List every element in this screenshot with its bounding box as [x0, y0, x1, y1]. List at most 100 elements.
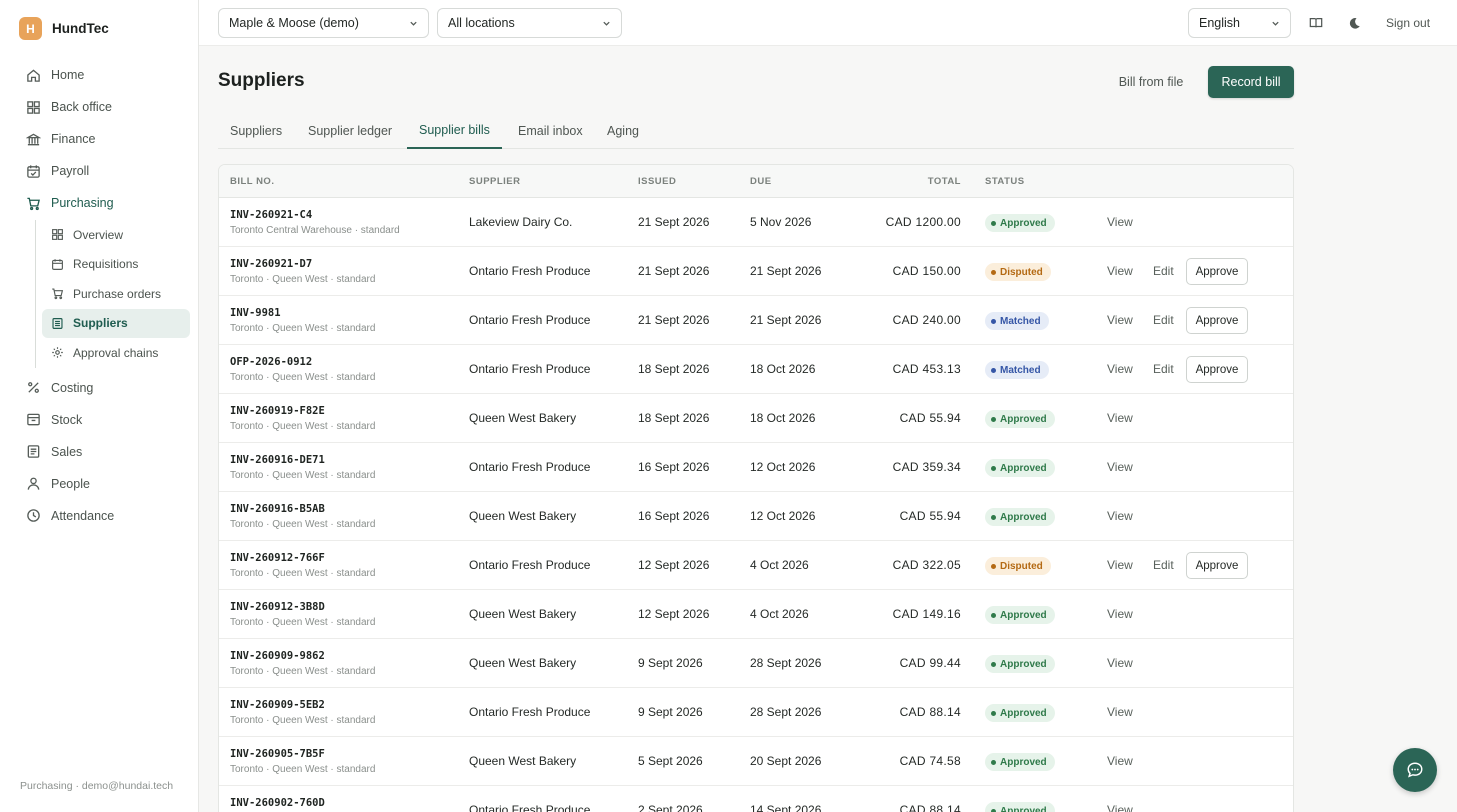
sign-out-button[interactable]: Sign out [1386, 16, 1430, 30]
view-button[interactable]: View [1107, 607, 1133, 621]
view-button[interactable]: View [1107, 705, 1133, 719]
sidebar-item-label: People [51, 476, 90, 491]
edit-button[interactable]: Edit [1153, 264, 1174, 278]
status-badge: Matched [985, 312, 1049, 330]
bill-number[interactable]: INV-260909-5EB2 [230, 699, 325, 711]
view-button[interactable]: View [1107, 264, 1133, 278]
edit-button[interactable]: Edit [1153, 313, 1174, 327]
table-row[interactable]: INV-260916-DE71 Toronto · Queen West · st… [219, 443, 1293, 492]
total-amount: CAD 88.14 [899, 705, 961, 719]
tab-email-inbox[interactable]: Email inbox [518, 112, 583, 149]
view-button[interactable]: View [1107, 656, 1133, 670]
approve-button[interactable]: Approve [1186, 258, 1248, 285]
header-due[interactable]: DUE [750, 176, 772, 187]
bill-number[interactable]: INV-260916-DE71 [230, 454, 325, 466]
subnav-item-purchase-orders[interactable]: Purchase orders [42, 279, 190, 309]
bill-number[interactable]: INV-260916-B5AB [230, 503, 325, 515]
subnav-item-requisitions[interactable]: Requisitions [42, 250, 190, 280]
sidebar-item-label: Home [51, 68, 85, 82]
chat-button[interactable] [1393, 748, 1437, 792]
bill-number[interactable]: INV-9981 [230, 307, 281, 319]
header-total[interactable]: TOTAL [928, 176, 961, 187]
org-select[interactable]: Maple & Moose (demo) [218, 8, 429, 38]
bill-number[interactable]: INV-260921-D7 [230, 258, 312, 270]
language-select[interactable]: English [1188, 8, 1291, 38]
supplier-name: Ontario Fresh Produce [469, 803, 591, 812]
approve-button[interactable]: Approve [1186, 552, 1248, 579]
sidebar-item-home[interactable]: Home [18, 59, 190, 91]
edit-button[interactable]: Edit [1153, 362, 1174, 376]
bill-number[interactable]: OFP-2026-0912 [230, 356, 312, 368]
sidebar-item-purchasing[interactable]: Purchasing [18, 187, 190, 219]
table-row[interactable]: INV-260921-C4 Toronto Central Warehouse ·… [219, 198, 1293, 247]
header-bill-no[interactable]: BILL NO. [230, 176, 274, 187]
sidebar-item-finance[interactable]: Finance [18, 123, 190, 155]
sidebar-item-label: Finance [51, 132, 96, 146]
percent-icon [28, 382, 39, 393]
total-amount: CAD 99.44 [899, 656, 961, 670]
location-select[interactable]: All locations [437, 8, 622, 38]
view-button[interactable]: View [1107, 754, 1133, 768]
bill-number[interactable]: INV-260905-7B5F [230, 748, 325, 760]
view-button[interactable]: View [1107, 313, 1133, 327]
tab-supplier-ledger[interactable]: Supplier ledger [308, 112, 392, 149]
bill-from-file-button[interactable]: Bill from file [1106, 66, 1196, 98]
approve-button[interactable]: Approve [1186, 307, 1248, 334]
bill-number[interactable]: INV-260902-760D [230, 797, 325, 809]
approve-button[interactable]: Approve [1186, 356, 1248, 383]
bill-number[interactable]: INV-260909-9862 [230, 650, 325, 662]
supplier-name: Queen West Bakery [469, 509, 577, 523]
theme-toggle-button[interactable] [1344, 13, 1364, 33]
tab-aging[interactable]: Aging [607, 112, 639, 149]
sidebar-item-back-office[interactable]: Back office [18, 91, 190, 123]
table-row[interactable]: OFP-2026-0912 Toronto · Queen West · stan… [219, 345, 1293, 394]
view-button[interactable]: View [1107, 558, 1133, 572]
header-status[interactable]: STATUS [985, 176, 1025, 187]
table-row[interactable]: INV-260909-9862 Toronto · Queen West · st… [219, 639, 1293, 688]
due-date: 4 Oct 2026 [750, 558, 809, 572]
table-row[interactable]: INV-9981 Toronto · Queen West · standard O… [219, 296, 1293, 345]
table-row[interactable]: INV-260902-760DToronto · Queen West · st… [219, 786, 1293, 812]
table-row[interactable]: INV-260909-5EB2 Toronto · Queen West · st… [219, 688, 1293, 737]
table-row[interactable]: INV-260905-7B5F Toronto · Queen West · st… [219, 737, 1293, 786]
table-row[interactable]: INV-260916-B5AB Toronto · Queen West · st… [219, 492, 1293, 541]
status-badge: Approved [985, 704, 1055, 722]
view-button[interactable]: View [1107, 411, 1133, 425]
sidebar-item-people[interactable]: People [18, 468, 190, 500]
edit-button[interactable]: Edit [1153, 558, 1174, 572]
record-bill-button[interactable]: Record bill [1208, 66, 1294, 98]
table-row[interactable]: INV-260912-3B8D Toronto · Queen West · st… [219, 590, 1293, 639]
sidebar-item-stock[interactable]: Stock [18, 404, 190, 436]
view-button[interactable]: View [1107, 460, 1133, 474]
sidebar-item-label: Sales [51, 444, 83, 459]
subnav-item-approval-chains[interactable]: Approval chains [42, 338, 190, 368]
tab-suppliers[interactable]: Suppliers [230, 112, 282, 149]
supplier-name: Ontario Fresh Produce [469, 558, 591, 572]
subnav-item-suppliers[interactable]: Suppliers [42, 308, 190, 338]
table-row[interactable]: INV-260919-F82E Toronto · Queen West · st… [219, 394, 1293, 443]
sidebar-item-attendance[interactable]: Attendance [18, 500, 190, 532]
subnav-item-label: Purchase orders [73, 286, 162, 301]
view-button[interactable]: View [1107, 803, 1133, 812]
sidebar-item-costing[interactable]: Costing [18, 372, 190, 404]
bill-number[interactable]: INV-260912-766F [230, 552, 325, 564]
bill-number[interactable]: INV-260921-C4 [230, 209, 312, 221]
view-button[interactable]: View [1107, 362, 1133, 376]
calendar-check-icon [27, 164, 40, 178]
bill-number[interactable]: INV-260919-F82E [230, 405, 325, 417]
sidebar-item-payroll[interactable]: Payroll [18, 155, 190, 187]
view-button[interactable]: View [1107, 215, 1133, 229]
sidebar-item-sales[interactable]: Sales [18, 436, 190, 468]
subnav-item-overview[interactable]: Overview [42, 220, 190, 250]
table-row[interactable]: INV-260912-766F Toronto · Queen West · st… [219, 541, 1293, 590]
view-button[interactable]: View [1107, 509, 1133, 523]
header-issued[interactable]: ISSUED [638, 176, 676, 187]
bill-number[interactable]: INV-260912-3B8D [230, 601, 325, 613]
docs-button[interactable] [1306, 13, 1326, 33]
header-supplier[interactable]: SUPPLIER [469, 176, 521, 187]
brand[interactable]: H HundTec [19, 17, 109, 40]
due-date: 12 Oct 2026 [750, 509, 816, 523]
tabs: Suppliers Supplier ledger Supplier bills… [218, 112, 1294, 149]
table-row[interactable]: INV-260921-D7 Toronto · Queen West · stan… [219, 247, 1293, 296]
tab-supplier-bills[interactable]: Supplier bills [407, 112, 502, 149]
